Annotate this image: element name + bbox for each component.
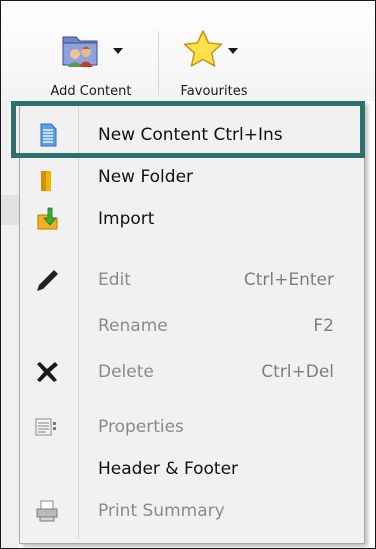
pencil-icon — [37, 270, 58, 291]
menu-item-rename[interactable]: Rename F2 — [20, 305, 364, 347]
menu-item-properties[interactable]: Properties — [20, 406, 364, 448]
menu-item-new-folder[interactable]: New Folder — [20, 156, 364, 198]
ribbon-toolbar: Add Content Favourites — [1, 1, 375, 101]
menu-item-shortcut: Ctrl+Del — [261, 362, 334, 382]
folder-icon — [41, 171, 51, 191]
menu-item-shortcut: Ctrl+Enter — [243, 270, 334, 290]
menu-item-header-footer[interactable]: Header & Footer — [20, 448, 364, 490]
add-content-label: Add Content — [50, 84, 132, 99]
import-icon — [37, 207, 58, 230]
menu-item-label: Edit — [98, 270, 131, 290]
ribbon-separator — [158, 31, 159, 97]
menu-item-new-content[interactable]: New Content Ctrl+Ins — [20, 114, 364, 156]
document-icon — [40, 123, 57, 147]
favourites-button[interactable]: Favourites — [164, 21, 264, 101]
menu-item-label: Delete — [98, 362, 154, 382]
menu-item-shortcut: F2 — [313, 316, 334, 336]
properties-icon — [35, 418, 56, 436]
menu-item-label: Properties — [98, 417, 184, 437]
left-panel-edge — [1, 101, 19, 548]
menu-item-label: New Folder — [98, 167, 194, 187]
menu-item-delete[interactable]: Delete Ctrl+Del — [20, 351, 364, 393]
menu-item-print-summary[interactable]: Print Summary — [20, 490, 364, 532]
add-content-caret-icon — [113, 48, 123, 54]
favourites-label: Favourites — [180, 84, 248, 99]
star-icon — [183, 30, 223, 67]
menu-item-label: Import — [98, 209, 155, 229]
delete-x-icon — [37, 362, 58, 382]
add-content-dropdown-menu: New Content Ctrl+Ins New Folder Import E… — [19, 101, 365, 544]
favourites-caret-icon — [228, 48, 238, 54]
printer-icon — [36, 500, 58, 522]
menu-item-label: Print Summary — [98, 501, 225, 521]
menu-item-edit[interactable]: Edit Ctrl+Enter — [20, 259, 364, 301]
menu-item-import[interactable]: Import — [20, 198, 364, 240]
menu-item-label: Header & Footer — [98, 459, 239, 479]
add-content-button[interactable]: Add Content — [31, 21, 151, 101]
menu-item-label: New Content Ctrl+Ins — [98, 125, 283, 145]
screenshot-frame: Add Content Favourites New Content Ctrl+… — [0, 0, 376, 549]
add-content-icon — [62, 36, 98, 67]
menu-item-label: Rename — [98, 316, 168, 336]
